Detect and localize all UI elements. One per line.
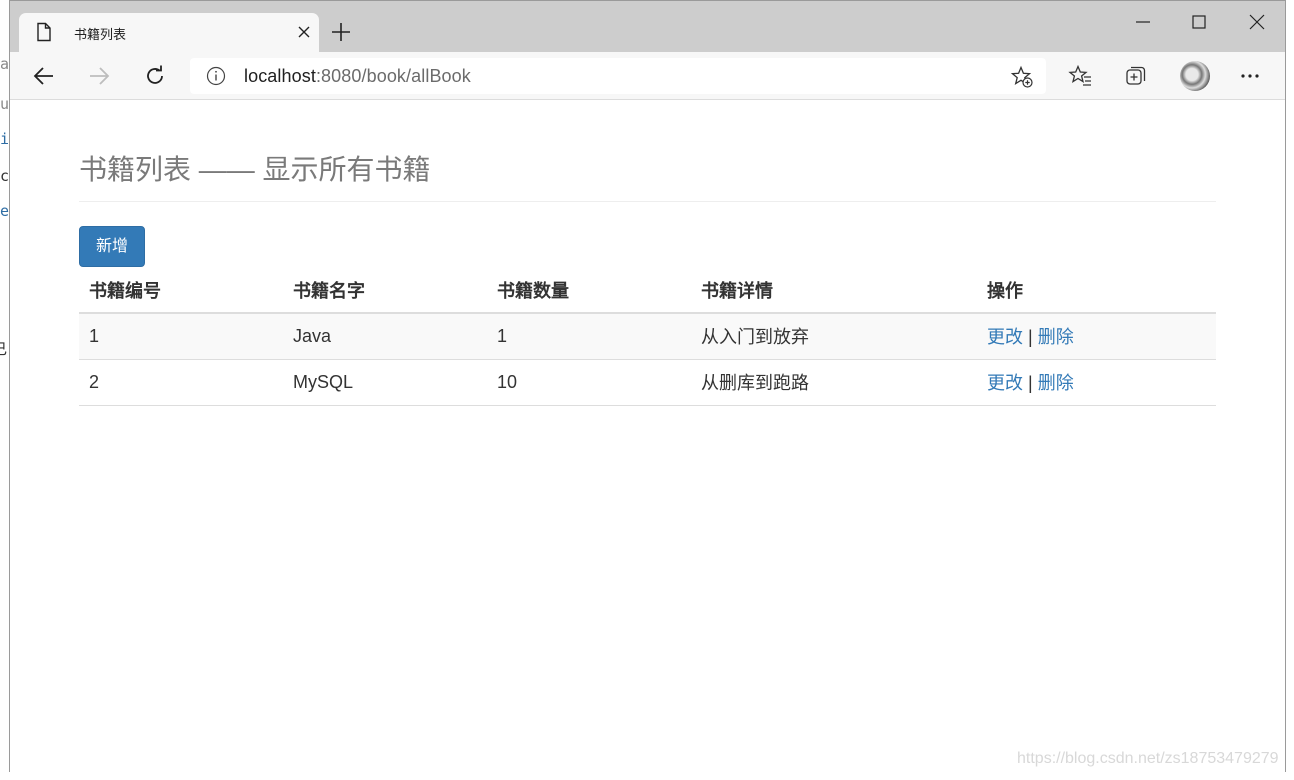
url-text: localhost:8080/book/allBook <box>244 66 471 87</box>
column-header-name: 书籍名字 <box>283 267 487 314</box>
refresh-icon[interactable] <box>143 64 167 88</box>
table-header-row: 书籍编号 书籍名字 书籍数量 书籍详情 操作 <box>79 267 1216 314</box>
title-divider <box>79 201 1216 202</box>
back-icon[interactable] <box>32 65 56 87</box>
column-header-count: 书籍数量 <box>487 267 691 314</box>
column-header-detail: 书籍详情 <box>691 267 977 314</box>
delete-link[interactable]: 删除 <box>1038 327 1074 347</box>
page-title: 书籍列表 —— 显示所有书籍 <box>79 154 431 185</box>
books-table: 书籍编号 书籍名字 书籍数量 书籍详情 操作 1 Java 1 从入门到放弃 更… <box>79 267 1216 406</box>
table-row: 1 Java 1 从入门到放弃 更改 | 删除 <box>79 313 1216 360</box>
cell-actions: 更改 | 删除 <box>977 359 1216 406</box>
cell-detail: 从删库到跑路 <box>691 359 977 406</box>
title-bar: 书籍列表 <box>10 1 1285 52</box>
cell-id: 2 <box>79 359 283 406</box>
browser-window: 书籍列表 localhost:8080/book/allBook 书籍列表 ——… <box>9 0 1286 773</box>
add-book-button[interactable]: 新增 <box>79 226 145 267</box>
maximize-icon[interactable] <box>1190 13 1208 31</box>
url-host: localhost <box>244 66 316 86</box>
bg-fragment: 己 <box>0 338 7 359</box>
window-close-icon[interactable] <box>1248 13 1266 31</box>
address-bar[interactable]: localhost:8080/book/allBook <box>190 58 1046 94</box>
minimize-icon[interactable] <box>1134 13 1152 31</box>
column-header-actions: 操作 <box>977 267 1216 314</box>
browser-tab[interactable]: 书籍列表 <box>19 13 319 52</box>
info-icon[interactable] <box>206 66 226 86</box>
column-header-id: 书籍编号 <box>79 267 283 314</box>
more-options-icon[interactable] <box>1240 73 1260 79</box>
add-favorite-icon[interactable] <box>1010 65 1034 89</box>
action-separator: | <box>1028 327 1033 348</box>
delete-link[interactable]: 删除 <box>1038 373 1074 393</box>
close-tab-icon[interactable] <box>296 24 312 40</box>
background-editor-strip: a u i c e 己 <box>0 0 9 780</box>
action-separator: | <box>1028 373 1033 393</box>
edit-link[interactable]: 更改 <box>987 373 1023 393</box>
favorites-icon[interactable] <box>1068 64 1092 88</box>
watermark: https://blog.csdn.net/zs18753479279 <box>1017 750 1279 767</box>
bg-fragment: e <box>0 202 9 220</box>
edit-link[interactable]: 更改 <box>987 327 1023 347</box>
bg-fragment: u <box>0 95 9 113</box>
cell-actions: 更改 | 删除 <box>977 313 1216 360</box>
profile-avatar[interactable] <box>1180 61 1210 91</box>
bg-fragment: c <box>0 167 9 185</box>
bg-fragment: a <box>0 55 9 73</box>
cell-count: 1 <box>487 313 691 360</box>
cell-name: MySQL <box>283 359 487 406</box>
cell-id: 1 <box>79 313 283 360</box>
url-path: :8080/book/allBook <box>315 66 471 86</box>
cell-count: 10 <box>487 359 691 406</box>
forward-icon[interactable] <box>87 65 111 87</box>
cell-name: Java <box>283 313 487 360</box>
browser-toolbar: localhost:8080/book/allBook <box>10 52 1285 100</box>
bg-fragment: i <box>0 130 9 148</box>
collections-icon[interactable] <box>1124 64 1148 88</box>
table-row: 2 MySQL 10 从删库到跑路 更改 | 删除 <box>79 359 1216 406</box>
page-content: 书籍列表 —— 显示所有书籍 新增 书籍编号 书籍名字 书籍数量 书籍详情 操作… <box>10 101 1285 773</box>
new-tab-icon[interactable] <box>330 21 352 43</box>
tab-title: 书籍列表 <box>74 27 127 42</box>
cell-detail: 从入门到放弃 <box>691 313 977 360</box>
page-icon <box>37 22 51 42</box>
